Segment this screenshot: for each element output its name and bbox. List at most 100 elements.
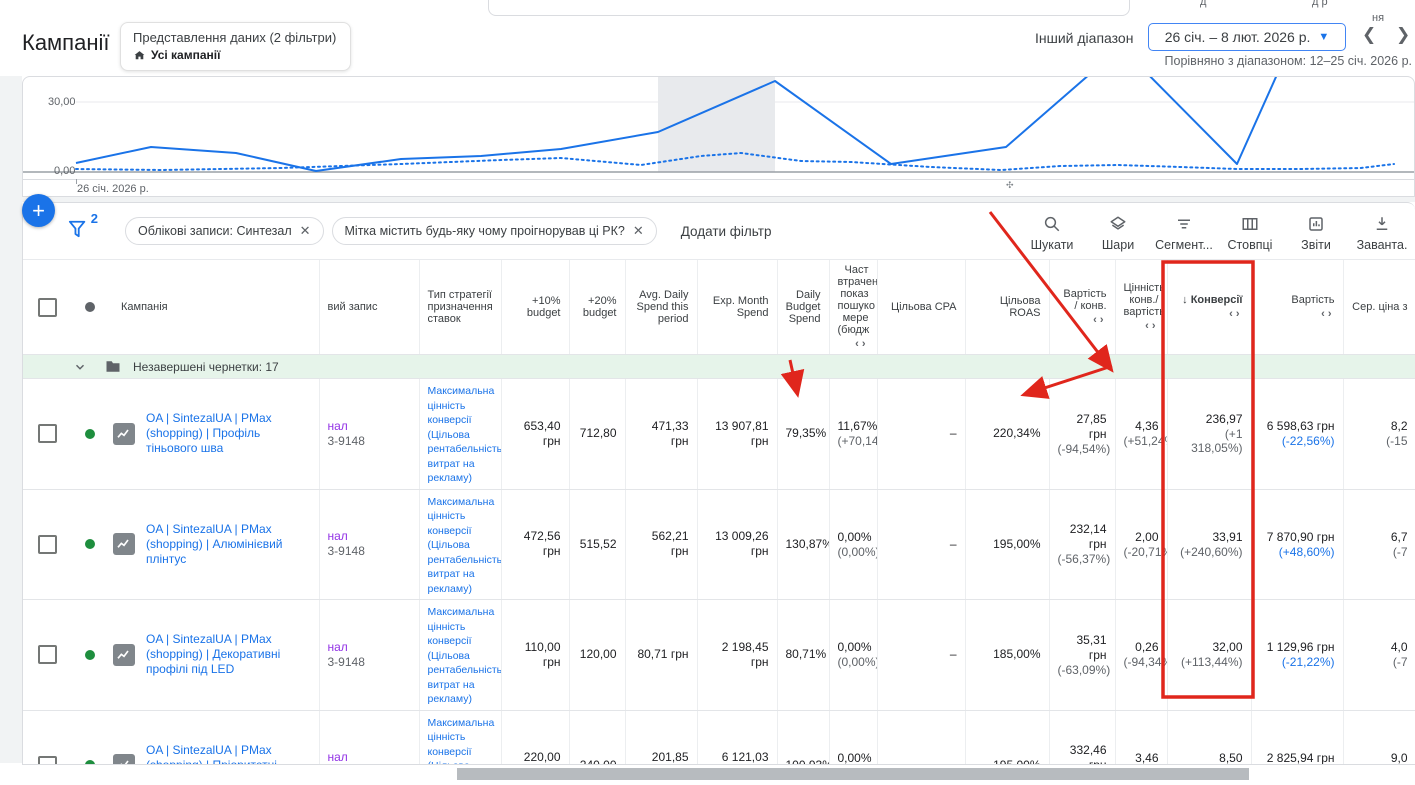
row-checkbox[interactable] bbox=[38, 755, 57, 764]
status-enabled-dot[interactable] bbox=[85, 428, 95, 439]
chart-resize-handle[interactable]: ✣ bbox=[1006, 180, 1014, 191]
next-range-button[interactable]: ❯ bbox=[1396, 25, 1410, 45]
cell-avg-price: 6,7 (-7 bbox=[1343, 489, 1415, 600]
add-campaign-fab[interactable]: + bbox=[22, 194, 55, 227]
select-all-checkbox[interactable] bbox=[38, 297, 57, 317]
layers-button[interactable]: Шари bbox=[1085, 215, 1151, 252]
avg-daily-spend-column-header[interactable]: Avg. Daily Spend this period bbox=[625, 260, 698, 355]
row-checkbox[interactable] bbox=[38, 645, 57, 665]
download-label: Заванта. bbox=[1356, 237, 1408, 252]
cell-target-cpa: – bbox=[877, 710, 966, 764]
campaign-column-header[interactable]: Кампанія bbox=[121, 301, 168, 313]
status-dot-header[interactable] bbox=[85, 302, 95, 312]
x-axis-line bbox=[23, 179, 1414, 180]
cost-column-header[interactable]: Вартість ‹› bbox=[1251, 260, 1344, 355]
lost-is-column-header[interactable]: Част втрачен показ пошуко мере (бюдж ‹› bbox=[829, 260, 878, 355]
status-enabled-dot[interactable] bbox=[85, 539, 95, 550]
account-column-header[interactable]: вий запис bbox=[319, 260, 420, 355]
table-header-row: Кампанія вий запис Тип стратегії признач… bbox=[23, 260, 1415, 355]
cell-target-roas: 220,34% bbox=[965, 378, 1050, 490]
cell-target-cpa: – bbox=[877, 599, 966, 711]
remove-filter-icon[interactable]: ✕ bbox=[300, 223, 311, 239]
columns-icon bbox=[1242, 217, 1258, 230]
row-checkbox[interactable] bbox=[38, 424, 57, 444]
bid-strategy-link[interactable]: Максимальна цінність конверсії (Цільова … bbox=[428, 385, 501, 484]
cell-b20: 515,52 bbox=[569, 489, 626, 600]
reports-icon bbox=[1309, 216, 1323, 231]
b10-column-header[interactable]: +10% budget bbox=[501, 260, 570, 355]
target-roas-column-header[interactable]: Цільова ROAS bbox=[965, 260, 1050, 355]
cell-value-per-cost: 0,26(-94,34%) bbox=[1115, 599, 1168, 711]
status-enabled-dot[interactable] bbox=[85, 649, 95, 660]
y-axis-max-label: 30,00 bbox=[48, 96, 76, 108]
cost-per-conv-column-header[interactable]: Вартість / конв. ‹› bbox=[1049, 260, 1116, 355]
cutoff-text-fragment: ня bbox=[1372, 12, 1385, 24]
reports-button[interactable]: Звіти bbox=[1283, 215, 1349, 252]
segment-icon bbox=[1178, 219, 1190, 228]
exp-month-spend-column-header[interactable]: Exp. Month Spend bbox=[697, 260, 778, 355]
date-range-picker[interactable]: 26 січ. – 8 лют. 2026 р. ▼ bbox=[1148, 23, 1346, 51]
campaign-name-link[interactable]: OA | SintezalUA | PMax (shopping) | Проф… bbox=[146, 411, 311, 456]
cell-value-per-cost: 3,46(+593,77%) bbox=[1115, 710, 1168, 764]
filter-funnel-button[interactable]: 2 bbox=[67, 211, 98, 244]
strategy-column-header[interactable]: Тип стратегії призначення ставок bbox=[419, 260, 502, 355]
cell-exp-month: 13 009,26 грн bbox=[697, 489, 778, 600]
add-filter-button[interactable]: Додати фільтр bbox=[681, 224, 772, 239]
compare-icon: ‹› bbox=[855, 338, 869, 350]
sort-desc-icon: ↓ bbox=[1182, 294, 1188, 306]
cell-conversions: 33,91 (+240,60%) bbox=[1167, 489, 1252, 600]
cell-avg-daily: 201,85 грн bbox=[625, 710, 698, 764]
cell-b20: 712,80 bbox=[569, 378, 626, 490]
cutoff-searchbox bbox=[488, 0, 1130, 16]
y-axis-min-label: 0,00 bbox=[54, 165, 76, 177]
columns-label: Стовпці bbox=[1227, 237, 1273, 252]
row-checkbox[interactable] bbox=[38, 534, 57, 554]
status-enabled-dot[interactable] bbox=[85, 760, 95, 764]
cell-b10: 472,56 грн bbox=[501, 489, 570, 600]
horizontal-scrollbar-thumb[interactable] bbox=[457, 768, 1249, 780]
b20-column-header[interactable]: +20% budget bbox=[569, 260, 626, 355]
download-button[interactable]: Заванта. bbox=[1349, 215, 1415, 252]
bid-strategy-link[interactable]: Максимальна цінність конверсії (Цільова … bbox=[428, 496, 501, 595]
filter-chip-accounts[interactable]: Облікові записи: Синтезал ✕ bbox=[125, 217, 324, 245]
conv-value-cost-header-text: Цінність конв./ вартість bbox=[1123, 282, 1165, 318]
cell-daily-budget: 130,87% bbox=[777, 489, 830, 600]
filter-chip-label: Облікові записи: Синтезал bbox=[138, 224, 292, 238]
account-id: 3-9148 bbox=[327, 544, 365, 559]
remove-filter-icon[interactable]: ✕ bbox=[633, 223, 644, 239]
cell-avg-daily: 471,33 грн bbox=[625, 378, 698, 490]
campaign-name-link[interactable]: OA | SintezalUA | PMax (shopping) | Алюм… bbox=[146, 522, 311, 567]
campaign-name-link[interactable]: OA | SintezalUA | PMax (shopping) | Деко… bbox=[146, 632, 311, 677]
bid-strategy-link[interactable]: Максимальна цінність конверсії (Цільова … bbox=[428, 717, 501, 764]
account-name: нал bbox=[327, 750, 348, 765]
date-range-label: Інший діапазон bbox=[1035, 30, 1134, 46]
conversions-column-header[interactable]: ↓ Конверсії ‹› bbox=[1167, 260, 1252, 355]
conv-value-cost-column-header[interactable]: Цінність конв./ вартість ‹› bbox=[1115, 260, 1168, 355]
compare-icon: ‹› bbox=[1321, 308, 1335, 320]
account-id: 3-9148 bbox=[327, 654, 365, 669]
layers-icon bbox=[1110, 216, 1126, 230]
filter-chip-label-contains[interactable]: Мітка містить будь-яку чому проігнорував… bbox=[331, 217, 657, 245]
campaign-name-link[interactable]: OA | SintezalUA | PMax (shopping) | Пріо… bbox=[146, 743, 311, 764]
cell-cost: 2 825,94 грн(+1,01%) bbox=[1251, 710, 1344, 764]
reports-label: Звіти bbox=[1301, 237, 1331, 252]
data-view-title: Представлення даних (2 фільтри) bbox=[133, 30, 337, 45]
cell-lost-is: 0,00%(0,00%) bbox=[829, 489, 878, 600]
prev-range-button[interactable]: ❮ bbox=[1362, 25, 1376, 45]
download-icon bbox=[1376, 216, 1388, 230]
segment-button[interactable]: Сегмент... bbox=[1151, 215, 1217, 252]
compare-icon: ‹› bbox=[1229, 308, 1243, 320]
search-button[interactable]: Шукати bbox=[1019, 215, 1085, 252]
drafts-group-row[interactable]: Незавершені чернетки: 17 bbox=[23, 354, 1415, 379]
data-view-card[interactable]: Представлення даних (2 фільтри) Усі камп… bbox=[120, 22, 352, 71]
columns-button[interactable]: Стовпці bbox=[1217, 215, 1283, 252]
cell-lost-is: 0,00%(0,00%) bbox=[829, 599, 878, 711]
avg-price-column-header[interactable]: Сер. ціна з bbox=[1343, 260, 1415, 355]
chevron-down-icon[interactable] bbox=[73, 360, 87, 374]
target-cpa-column-header[interactable]: Цільова CPA bbox=[877, 260, 966, 355]
performance-chart: 30,00 0,00 ✣ 26 січ. 2026 р. bbox=[22, 76, 1415, 197]
cell-conversions: 8,50(-58,17%) bbox=[1167, 710, 1252, 764]
daily-budget-spend-column-header[interactable]: Daily Budget Spend bbox=[777, 260, 830, 355]
date-range-value: 26 січ. – 8 лют. 2026 р. bbox=[1164, 29, 1311, 45]
bid-strategy-link[interactable]: Максимальна цінність конверсії (Цільова … bbox=[428, 606, 501, 705]
